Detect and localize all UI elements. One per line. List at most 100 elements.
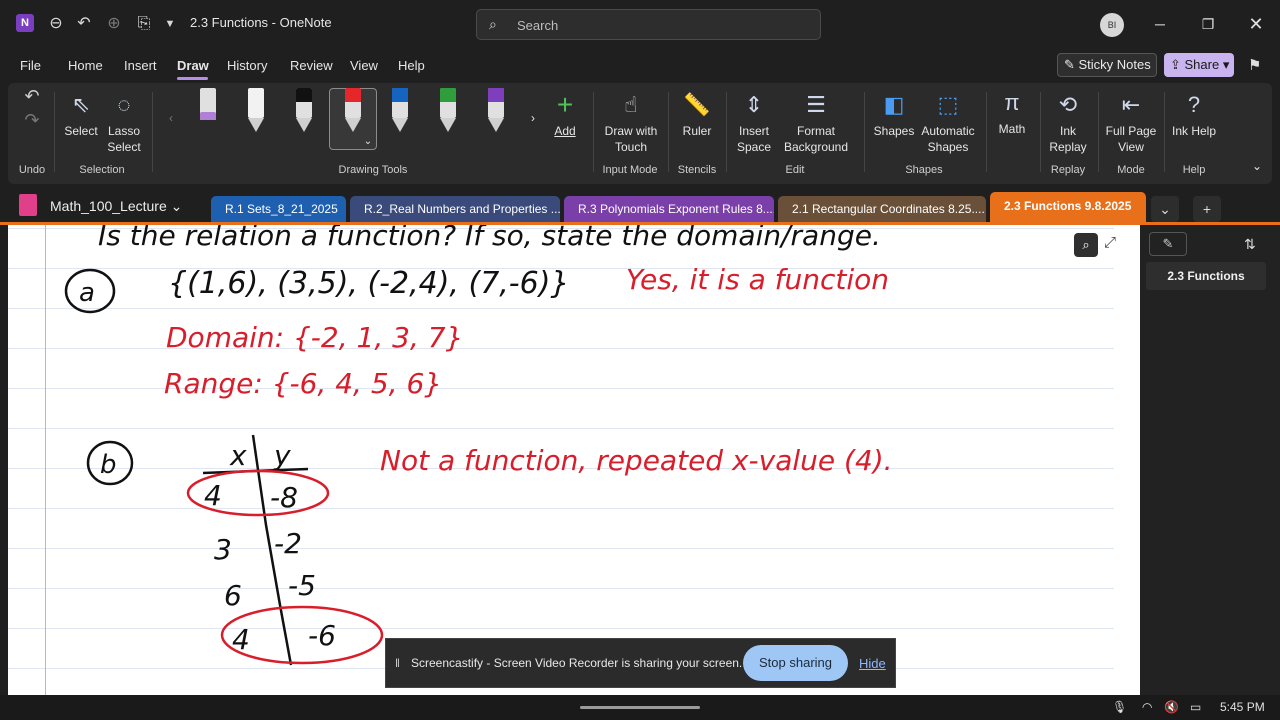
full-page-view-icon: ⇤	[1121, 92, 1141, 117]
customize-toolbar-icon[interactable]: ▼	[160, 14, 180, 34]
battery-icon[interactable]: ▭	[1190, 700, 1201, 714]
menu-review[interactable]: Review	[290, 58, 333, 73]
add-section-icon[interactable]: +	[1193, 196, 1221, 222]
table-header-x: x	[229, 439, 247, 472]
restore-icon[interactable]: ❐	[1196, 12, 1220, 36]
back-icon[interactable]: ⊖	[46, 14, 66, 34]
insert-space-label: Insert Space	[736, 124, 772, 154]
redo-button[interactable]: ↷	[22, 111, 42, 130]
range-answer: Range: {-6, 4, 5, 6}	[164, 367, 442, 400]
menu-history[interactable]: History	[227, 58, 267, 73]
page-item-current[interactable]: 2.3 Functions	[1146, 262, 1266, 290]
ruled-lines-icon: ☰	[806, 92, 826, 117]
green-pen[interactable]	[433, 88, 463, 134]
highlighter-pen[interactable]	[193, 88, 223, 134]
part-a-answer: Yes, it is a function	[626, 263, 889, 296]
minimize-icon[interactable]: ─	[1148, 12, 1172, 36]
section-list-chevron-icon[interactable]: ⌄	[1151, 196, 1179, 222]
page-view-icon[interactable]: ⎘	[134, 14, 154, 34]
red-pen[interactable]	[338, 88, 368, 134]
collapse-ribbon-icon[interactable]: ⌄	[1250, 158, 1264, 174]
part-a-set: {(1,6), (3,5), (-2,4), (7,-6)}	[168, 266, 570, 301]
blue-pen[interactable]	[385, 88, 415, 134]
sort-pages-icon[interactable]: ⇅	[1244, 236, 1256, 253]
section-tab-r3-polynomials[interactable]: R.3 Polynomials Exponent Rules 8....	[564, 196, 774, 222]
menu-home[interactable]: Home	[68, 58, 103, 73]
forward-icon[interactable]: ⊕	[104, 14, 124, 34]
select-button[interactable]: ⇖ Select	[60, 90, 102, 139]
window-title: 2.3 Functions - OneNote	[190, 15, 332, 30]
undo-icon: ↶	[24, 86, 40, 106]
stop-sharing-button[interactable]: Stop sharing	[743, 645, 848, 681]
draw-with-touch-button[interactable]: ☝ Draw with Touch	[598, 90, 664, 155]
section-tab-r2-real-numbers[interactable]: R.2_Real Numbers and Properties ...	[350, 196, 560, 222]
lasso-select-button[interactable]: ◌ Lasso Select	[104, 90, 144, 155]
onenote-logo-icon: N	[16, 14, 34, 32]
ribbon-divider	[1040, 92, 1041, 172]
pencil-pen[interactable]	[241, 88, 271, 134]
sticky-notes-button[interactable]: ✎ Sticky Notes	[1057, 53, 1157, 77]
notebook-picker[interactable]: Math_100_Lecture ⌄	[50, 198, 182, 215]
section-tab-r1-sets[interactable]: R.1 Sets_8_21_2025	[211, 196, 346, 222]
note-canvas[interactable]: Is the relation a function? If so, state…	[8, 225, 1140, 695]
expand-icon[interactable]: ⤢	[1104, 234, 1116, 251]
full-page-view-label: Full Page View	[1105, 124, 1157, 154]
page-list-panel	[1140, 225, 1280, 695]
pens-scroll-left-icon[interactable]: ‹	[164, 110, 178, 126]
undo-icon[interactable]: ↶	[74, 14, 94, 34]
volume-muted-icon[interactable]: 🔇	[1164, 700, 1179, 714]
ribbon-divider	[668, 92, 669, 172]
clock[interactable]: 5:45 PM	[1220, 700, 1265, 714]
math-label: Math	[998, 122, 1026, 136]
replay-group-label: Replay	[1050, 164, 1086, 176]
home-indicator[interactable]	[580, 706, 700, 709]
pens-scroll-right-icon[interactable]: ›	[526, 110, 540, 126]
automatic-shapes-button[interactable]: ⬚ Automatic Shapes	[918, 90, 978, 155]
menu-view[interactable]: View	[350, 58, 378, 73]
close-icon[interactable]: ✕	[1244, 12, 1268, 36]
format-background-label: Format Background	[783, 124, 849, 154]
mode-group-label: Mode	[1117, 164, 1145, 176]
full-page-view-button[interactable]: ⇤ Full Page View	[1104, 90, 1158, 155]
section-tab-2-1-rectangular[interactable]: 2.1 Rectangular Coordinates 8.25....	[778, 196, 986, 222]
avatar[interactable]: BI	[1100, 13, 1124, 37]
undo-button[interactable]: ↶	[22, 86, 42, 106]
lasso-select-label: Lasso Select	[107, 124, 141, 154]
hide-link[interactable]: Hide	[859, 656, 886, 671]
share-button[interactable]: ⇪ Share ▾	[1164, 53, 1234, 77]
ribbon-divider	[726, 92, 727, 172]
feedback-icon[interactable]: ⚑	[1248, 56, 1261, 74]
part-b-answer: Not a function, repeated x-value (4).	[380, 444, 893, 477]
ruler-button[interactable]: 📏 Ruler	[674, 90, 720, 139]
insert-space-button[interactable]: ⇕ Insert Space	[732, 90, 776, 155]
add-page-button[interactable]: ✎	[1149, 232, 1187, 256]
part-a-label: a	[79, 278, 95, 308]
title-bar: N ⊖ ↶ ⊕ ⎘ ▼ 2.3 Functions - OneNote ⌕ Se…	[0, 0, 1280, 48]
purple-pen[interactable]	[481, 88, 511, 134]
black-pen[interactable]	[289, 88, 319, 134]
search-box[interactable]: ⌕ Search	[476, 9, 821, 40]
pen-options-chevron-icon[interactable]: ⌄	[363, 134, 373, 150]
shapes-button[interactable]: ◧ Shapes	[872, 90, 916, 139]
input-mode-group-label: Input Mode	[602, 164, 658, 176]
plus-icon: +	[556, 89, 574, 120]
section-tab-2-3-functions[interactable]: 2.3 Functions 9.8.2025	[990, 192, 1146, 222]
ink-help-button[interactable]: ? Ink Help	[1170, 90, 1218, 139]
ribbon-divider	[1164, 92, 1165, 172]
math-pi-icon: π	[1004, 90, 1020, 115]
search-icon: ⌕	[489, 16, 497, 32]
ribbon-divider	[152, 92, 153, 172]
share-icon: ⇪	[1170, 57, 1185, 72]
table-row-3-x: 6	[224, 579, 242, 612]
ink-replay-button[interactable]: ⟲ Ink Replay	[1046, 90, 1090, 155]
menu-insert[interactable]: Insert	[124, 58, 157, 73]
menu-draw[interactable]: Draw	[177, 58, 209, 73]
menu-help[interactable]: Help	[398, 58, 425, 73]
wifi-icon[interactable]: ◠	[1142, 700, 1152, 714]
menu-file[interactable]: File	[20, 58, 41, 73]
math-button[interactable]: π Math	[992, 88, 1032, 137]
page-search-icon[interactable]: ⌕	[1074, 233, 1098, 257]
add-pen-button[interactable]: + Add	[548, 90, 582, 139]
format-background-button[interactable]: ☰ Format Background	[778, 90, 854, 155]
microphone-icon[interactable]: 🎙	[1112, 700, 1127, 714]
